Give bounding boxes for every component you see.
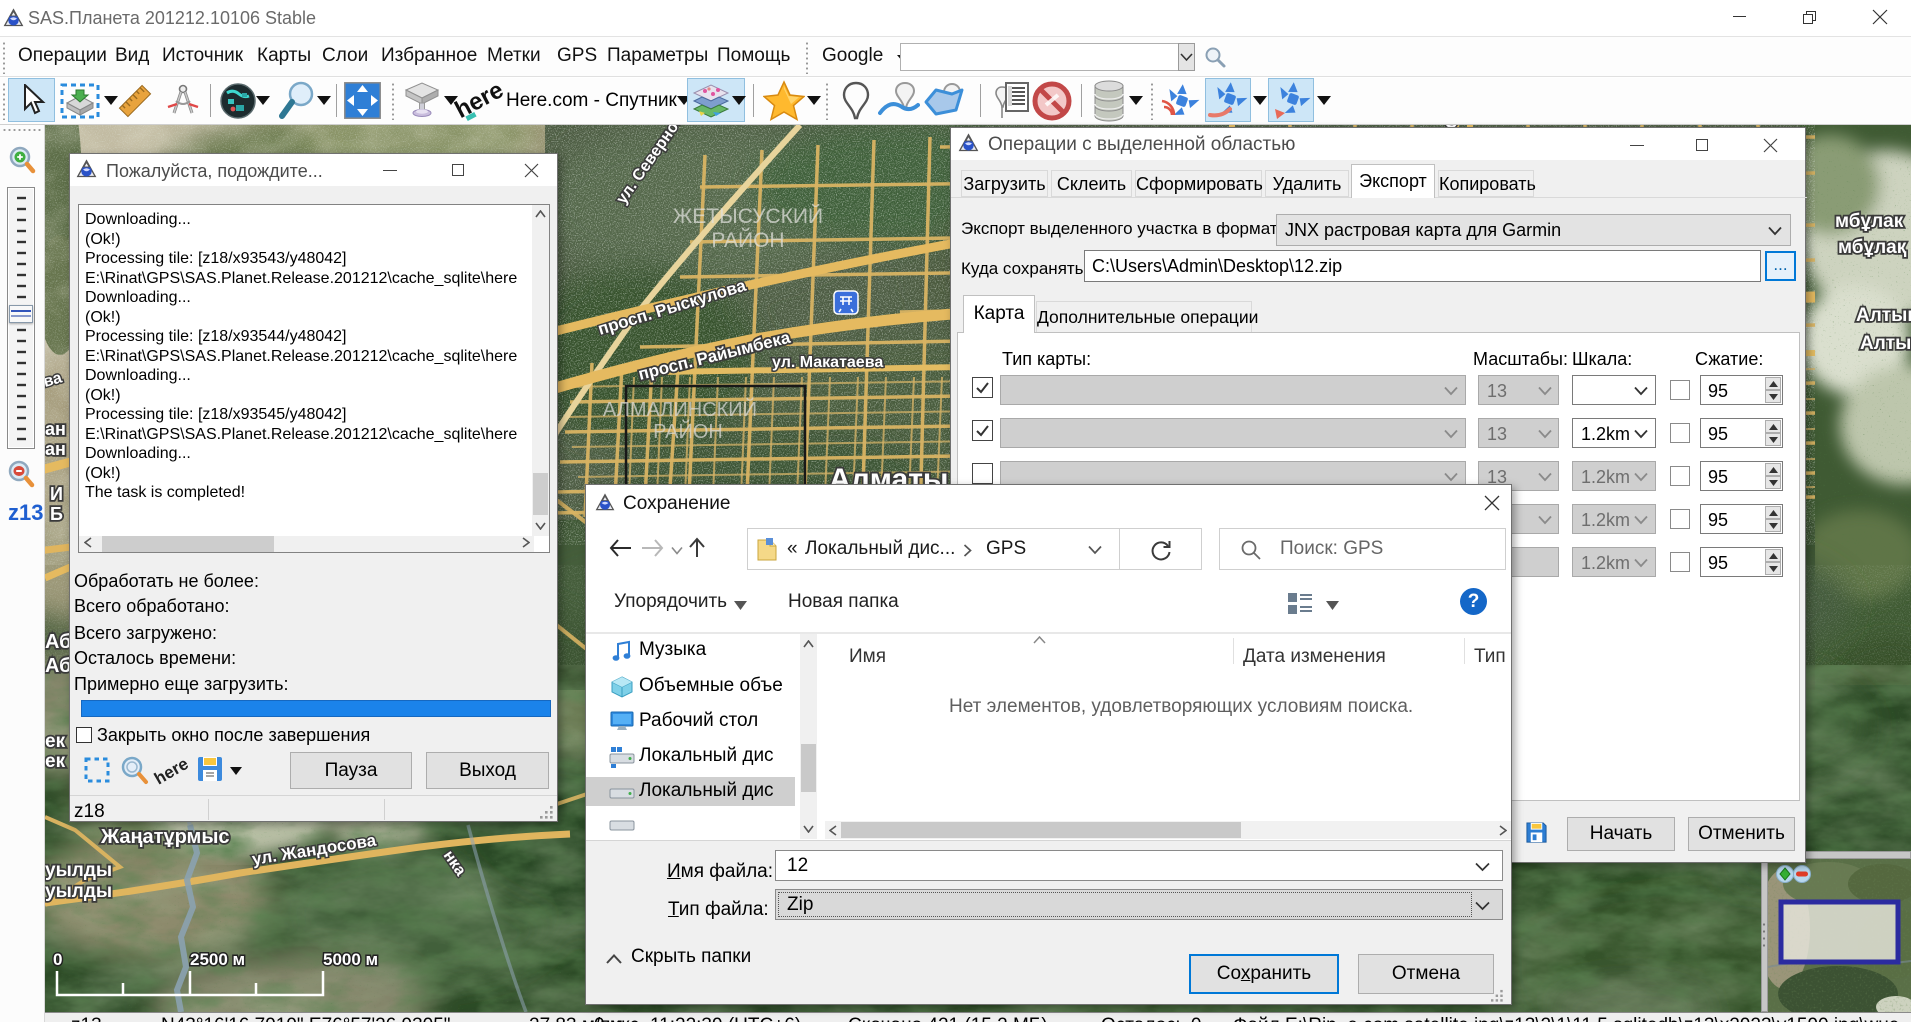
svg-text:ек: ек [45,731,66,752]
svg-text:мбұлак: мбұлак [1835,211,1904,232]
svg-text:5000 м: 5000 м [323,950,378,969]
svg-text:Аб: Аб [45,631,72,653]
svg-text:АЛМАЛИНСКИЙ: АЛМАЛИНСКИЙ [603,397,757,421]
svg-text:0: 0 [53,950,62,969]
svg-text:РАЙОН: РАЙОН [653,419,723,443]
svg-text:Аб: Аб [45,655,72,677]
svg-text:Жаңатұрмыс: Жаңатұрмыс [100,826,230,848]
svg-text:2500 м: 2500 м [190,950,245,969]
svg-text:уылды: уылды [45,881,112,902]
svg-text:Алтындан: Алтындан [1856,305,1911,326]
svg-text:ЖЕТЫСУСКИЙ: ЖЕТЫСУСКИЙ [673,204,823,228]
svg-text:ан: ан [45,419,66,439]
svg-text:уылды: уылды [45,860,112,881]
svg-text:Алтындақ: Алтындақ [1860,333,1911,354]
svg-text:ул. Макатаева: ул. Макатаева [772,354,883,371]
svg-text:ан: ан [45,439,66,459]
svg-text:РАЙОН: РАЙОН [711,228,784,252]
svg-text:И: И [50,484,63,504]
svg-text:ек: ек [45,751,66,772]
svg-text:Б: Б [50,504,63,524]
svg-text:мбұлақ: мбұлақ [1838,237,1907,258]
